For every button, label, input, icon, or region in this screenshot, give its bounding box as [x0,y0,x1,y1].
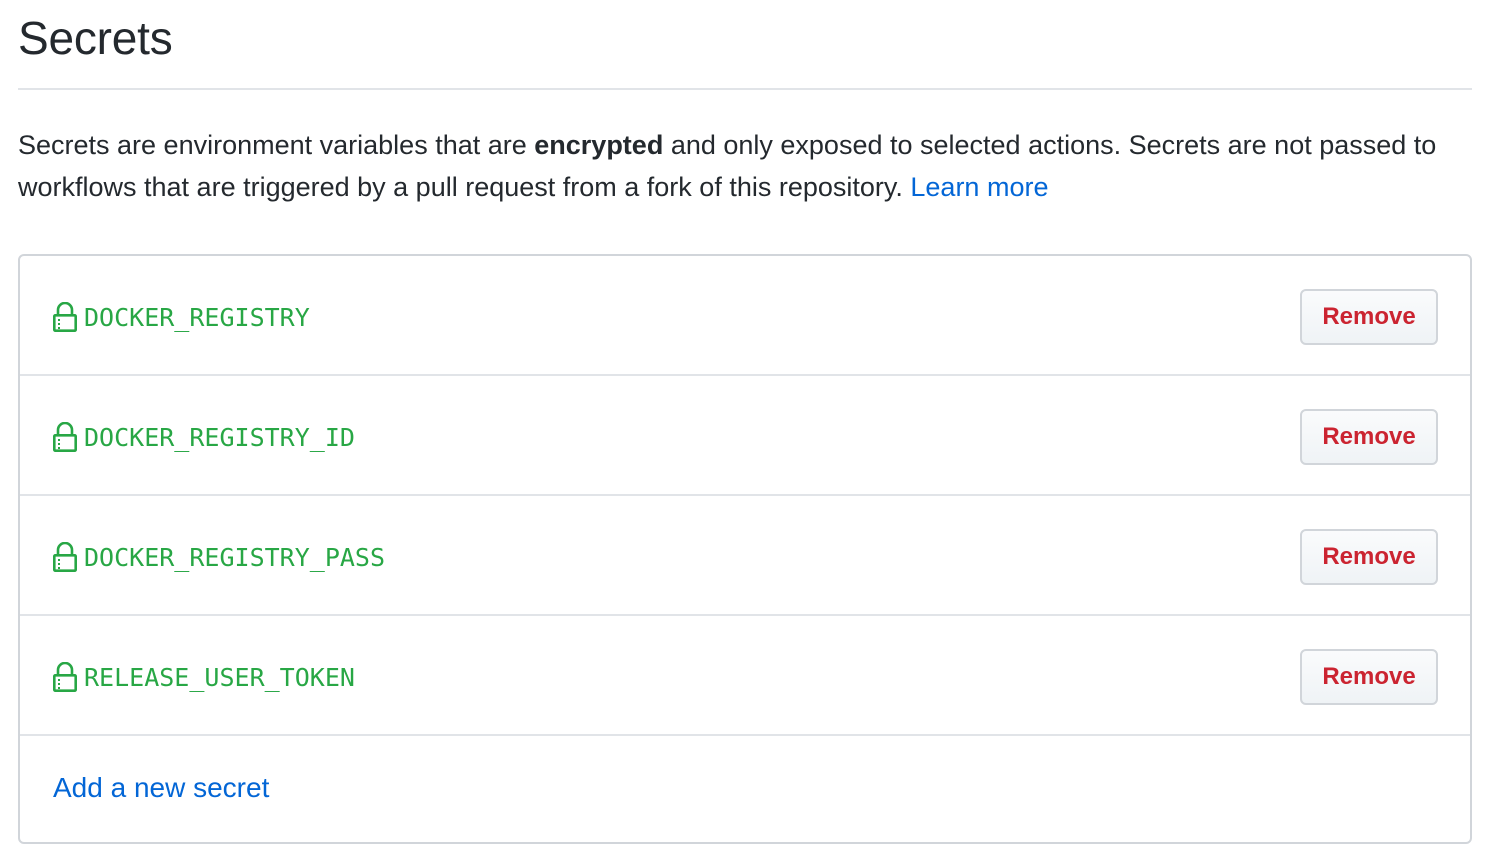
description-text-before: Secrets are environment variables that a… [18,130,535,160]
secret-item: DOCKER_REGISTRY_PASS [52,541,386,572]
secret-item: DOCKER_REGISTRY [52,301,310,332]
add-secret-row: Add a new secret [20,736,1470,846]
title-divider [18,88,1472,90]
secrets-list: DOCKER_REGISTRY Remove DOCKER_REGISTRY_I… [18,254,1472,844]
secret-row: RELEASE_USER_TOKEN Remove [20,616,1470,736]
lock-icon [52,421,78,452]
description-bold-text: encrypted [534,130,664,160]
remove-secret-button[interactable]: Remove [1300,409,1438,465]
secret-item: DOCKER_REGISTRY_ID [52,421,355,452]
remove-secret-button[interactable]: Remove [1300,289,1438,345]
secret-row: DOCKER_REGISTRY_ID Remove [20,376,1470,496]
secret-name: DOCKER_REGISTRY_ID [84,422,355,452]
secret-name: DOCKER_REGISTRY_PASS [84,542,386,572]
secret-row: DOCKER_REGISTRY Remove [20,256,1470,376]
add-new-secret-link[interactable]: Add a new secret [53,772,269,804]
secret-row: DOCKER_REGISTRY_PASS Remove [20,496,1470,616]
lock-icon [52,661,78,692]
lock-icon [52,541,78,572]
lock-icon [52,301,78,332]
learn-more-link[interactable]: Learn more [910,172,1048,202]
remove-secret-button[interactable]: Remove [1300,529,1438,585]
secret-name: RELEASE_USER_TOKEN [84,662,355,692]
page-title: Secrets [18,12,173,64]
secret-name: DOCKER_REGISTRY [84,302,310,332]
secrets-description: Secrets are environment variables that a… [18,124,1458,208]
secret-item: RELEASE_USER_TOKEN [52,661,355,692]
remove-secret-button[interactable]: Remove [1300,649,1438,705]
